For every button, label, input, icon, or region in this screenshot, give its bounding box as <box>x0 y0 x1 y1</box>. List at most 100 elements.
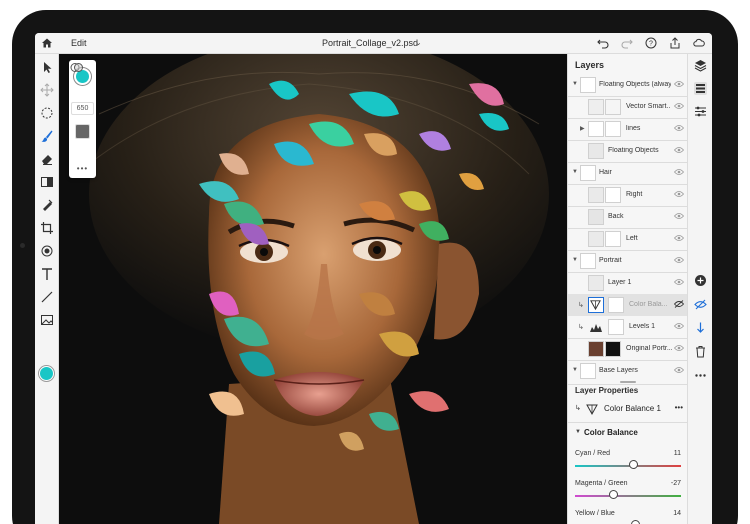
mask-thumbnail <box>608 297 624 313</box>
healing-icon[interactable] <box>40 198 54 212</box>
visibility-eye-icon[interactable] <box>674 102 684 110</box>
layer-row[interactable]: ▼ Portrait <box>568 250 688 272</box>
chevron-down-icon[interactable]: ⌄ <box>415 38 422 47</box>
mask-thumbnail <box>605 121 621 137</box>
chevron-down-icon[interactable]: ▼ <box>572 81 578 87</box>
visibility-icon[interactable] <box>694 298 707 311</box>
visibility-eye-icon[interactable] <box>674 344 684 352</box>
visibility-eye-icon[interactable] <box>674 278 684 286</box>
layer-thumbnail <box>580 165 596 181</box>
layer-thumbnail <box>580 363 596 379</box>
home-icon[interactable] <box>41 37 53 49</box>
chevron-down-icon[interactable]: ▼ <box>572 257 578 263</box>
brush-tip-swatch[interactable] <box>75 124 90 139</box>
layer-more-button[interactable]: ••• <box>675 403 683 412</box>
layer-stack-icon[interactable] <box>694 82 707 95</box>
visibility-eye-icon[interactable] <box>674 168 684 176</box>
gradient-icon[interactable] <box>40 175 54 189</box>
layer-row[interactable]: ▼ Floating Objects (alway... <box>568 74 688 96</box>
layer-row[interactable]: Back <box>568 206 688 228</box>
crop-icon[interactable] <box>40 221 54 235</box>
edit-menu[interactable]: Edit <box>71 38 87 48</box>
layer-thumbnail <box>588 209 604 225</box>
add-layer-icon[interactable] <box>694 274 707 287</box>
chevron-down-icon[interactable]: ▼ <box>572 367 578 373</box>
layer-name: Floating Objects (alway... <box>599 81 671 88</box>
slider-value[interactable]: -27 <box>671 480 681 487</box>
merge-icon[interactable] <box>694 321 707 334</box>
layer-row[interactable]: ▼ Base Layers <box>568 360 688 382</box>
layer-name: Floating Objects <box>608 147 659 154</box>
top-bar: Edit Portrait_Collage_v2.psd ⌄ ? <box>35 33 712 54</box>
slider-knob[interactable] <box>629 460 639 469</box>
brush-settings-panel: 650 ••• <box>69 60 96 178</box>
mask-thumbnail <box>608 319 624 335</box>
lasso-icon[interactable] <box>40 106 54 120</box>
visibility-eye-icon[interactable] <box>674 80 684 88</box>
layer-name: Levels 1 <box>629 323 656 330</box>
brush-size-field[interactable]: 650 <box>71 102 94 115</box>
hidden-eye-icon[interactable] <box>674 300 684 308</box>
layer-row[interactable]: Layer 1 <box>568 272 688 294</box>
chevron-right-icon[interactable]: ▶ <box>580 125 585 132</box>
cyan-red-slider[interactable] <box>575 465 681 467</box>
visibility-eye-icon[interactable] <box>674 366 684 374</box>
chevron-down-icon[interactable]: ▼ <box>575 429 581 435</box>
magenta-green-slider[interactable] <box>575 495 681 497</box>
delete-icon[interactable] <box>694 345 707 358</box>
layer-row-selected[interactable]: ↳ Color Bala... <box>568 294 688 316</box>
layer-thumbnail <box>580 77 596 93</box>
color-balance-section[interactable]: Color Balance <box>584 428 638 437</box>
slider-knob[interactable] <box>609 490 619 499</box>
move-icon[interactable] <box>40 60 54 74</box>
layer-name: Hair <box>599 169 612 176</box>
slider-label: Cyan / Red <box>575 450 611 457</box>
redo-icon[interactable] <box>621 37 633 49</box>
layer-row[interactable]: Original Portr... <box>568 338 688 360</box>
brush-icon[interactable] <box>40 129 54 143</box>
layer-row[interactable]: Left <box>568 228 688 250</box>
visibility-eye-icon[interactable] <box>674 234 684 242</box>
visibility-eye-icon[interactable] <box>674 256 684 264</box>
visibility-eye-icon[interactable] <box>674 124 684 132</box>
layer-row[interactable]: ↳ Levels 1 <box>568 316 688 338</box>
eraser-icon[interactable] <box>40 152 54 166</box>
layer-row[interactable]: Vector Smart... <box>568 96 688 118</box>
layer-row[interactable]: Floating Objects <box>568 140 688 162</box>
transform-icon[interactable] <box>40 83 54 97</box>
share-icon[interactable] <box>669 37 681 49</box>
visibility-eye-icon[interactable] <box>674 146 684 154</box>
layer-row[interactable]: ▼ Hair <box>568 162 688 184</box>
type-icon[interactable] <box>40 267 54 281</box>
clip-icon: ↳ <box>575 405 581 412</box>
adjust-icon[interactable] <box>694 105 707 118</box>
layer-row[interactable]: Right <box>568 184 688 206</box>
layers-icon[interactable] <box>694 59 707 72</box>
fill-icon[interactable] <box>40 244 54 258</box>
help-icon[interactable]: ? <box>645 37 657 49</box>
line-icon[interactable] <box>40 290 54 304</box>
cloud-icon[interactable] <box>693 37 705 49</box>
layers-title: Layers <box>575 60 605 70</box>
slider-value[interactable]: 14 <box>673 510 681 517</box>
document-canvas[interactable]: 650 ••• <box>59 54 567 524</box>
section-divider <box>568 422 688 423</box>
undo-icon[interactable] <box>597 37 609 49</box>
panel-resize-handle[interactable] <box>620 381 636 383</box>
layer-name: lines <box>626 125 641 132</box>
slider-knob[interactable] <box>630 520 640 524</box>
visibility-eye-icon[interactable] <box>674 190 684 198</box>
foreground-color-swatch[interactable] <box>39 366 54 381</box>
visibility-eye-icon[interactable] <box>674 322 684 330</box>
layer-row[interactable]: ▶ lines <box>568 118 688 140</box>
blend-mode-icon[interactable] <box>69 60 84 75</box>
image-icon[interactable] <box>40 313 54 327</box>
slider-value[interactable]: 11 <box>674 450 681 457</box>
brush-more-button[interactable]: ••• <box>71 164 94 173</box>
more-icon[interactable] <box>694 369 707 382</box>
current-layer-row[interactable]: ↳ Color Balance 1 ••• <box>575 401 683 417</box>
chevron-down-icon[interactable]: ▼ <box>572 169 578 175</box>
layer-name: Back <box>608 213 624 220</box>
adjustment-thumbnail <box>588 297 604 313</box>
visibility-eye-icon[interactable] <box>674 212 684 220</box>
